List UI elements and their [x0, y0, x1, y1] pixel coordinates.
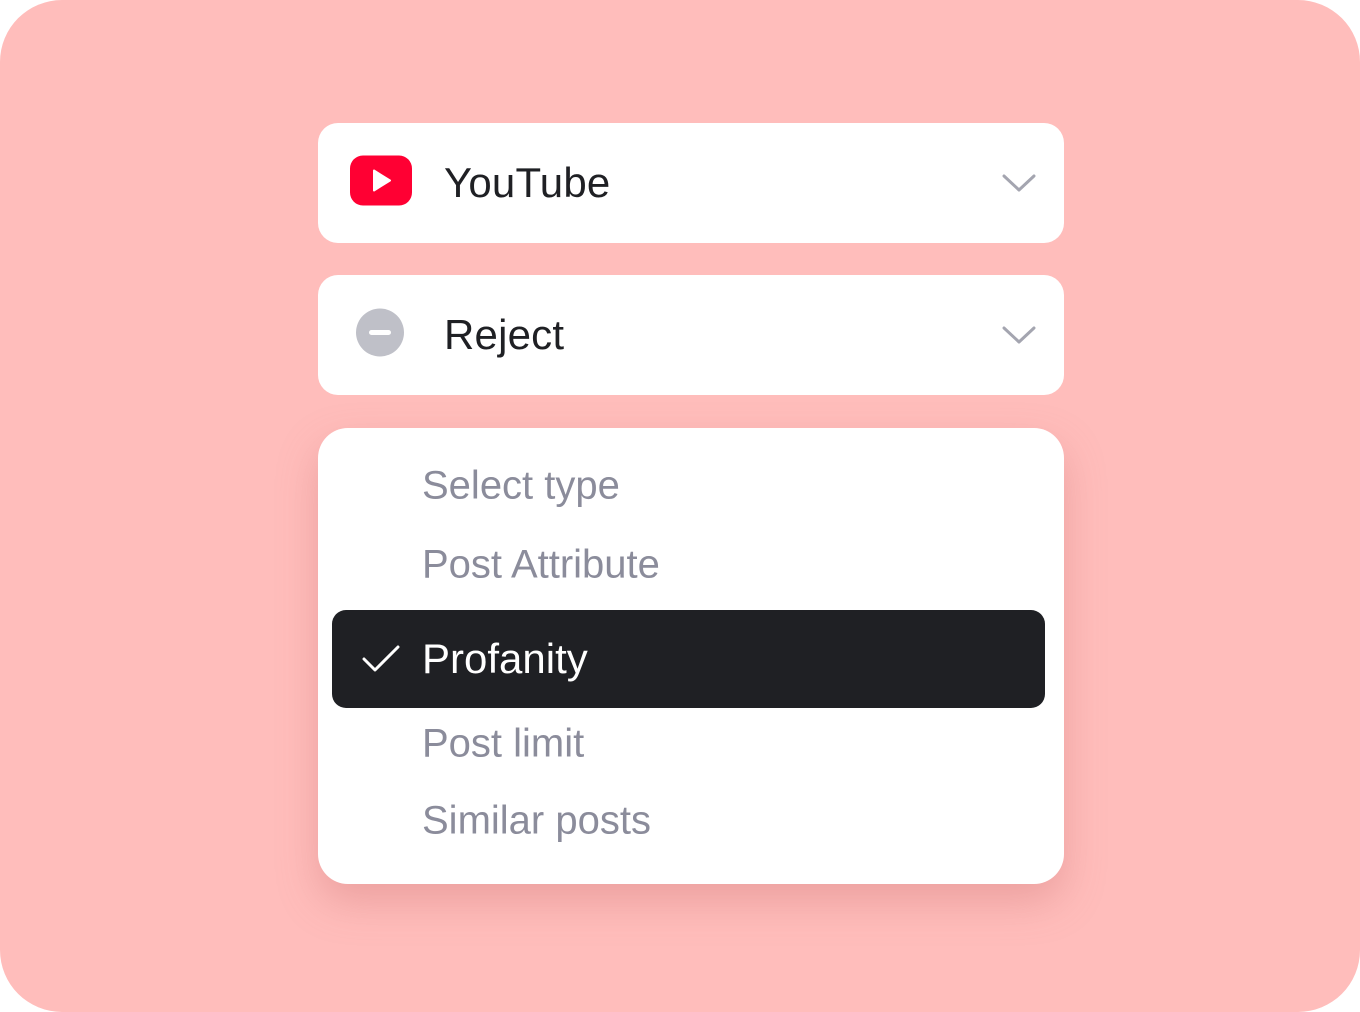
option-label: Select type — [422, 463, 620, 508]
option-label: Profanity — [422, 635, 588, 682]
dropdown-option-similar-posts[interactable]: Similar posts — [332, 791, 1045, 851]
dropdown-option-profanity[interactable]: Profanity — [332, 610, 1045, 708]
option-label: Post Attribute — [422, 542, 660, 587]
platform-select-label: YouTube — [444, 159, 611, 206]
dropdown-option-post-attribute[interactable]: Post Attribute — [332, 535, 1045, 595]
dropdown-option-select-type[interactable]: Select type — [332, 456, 1045, 516]
minus-circle-icon — [356, 308, 404, 362]
background-canvas: YouTube Reject Select type Post Attribut… — [0, 0, 1360, 1012]
action-select[interactable]: Reject — [318, 275, 1064, 395]
type-dropdown-menu: Select type Post Attribute Profanity Pos… — [318, 428, 1064, 884]
option-label: Post limit — [422, 721, 585, 766]
chevron-down-icon[interactable] — [1002, 173, 1036, 193]
option-label: Similar posts — [422, 798, 651, 843]
action-select-label: Reject — [444, 311, 565, 358]
check-icon — [362, 645, 400, 673]
chevron-down-icon[interactable] — [1002, 325, 1036, 345]
dropdown-option-post-limit[interactable]: Post limit — [332, 714, 1045, 774]
youtube-icon — [350, 155, 412, 211]
platform-select[interactable]: YouTube — [318, 123, 1064, 243]
